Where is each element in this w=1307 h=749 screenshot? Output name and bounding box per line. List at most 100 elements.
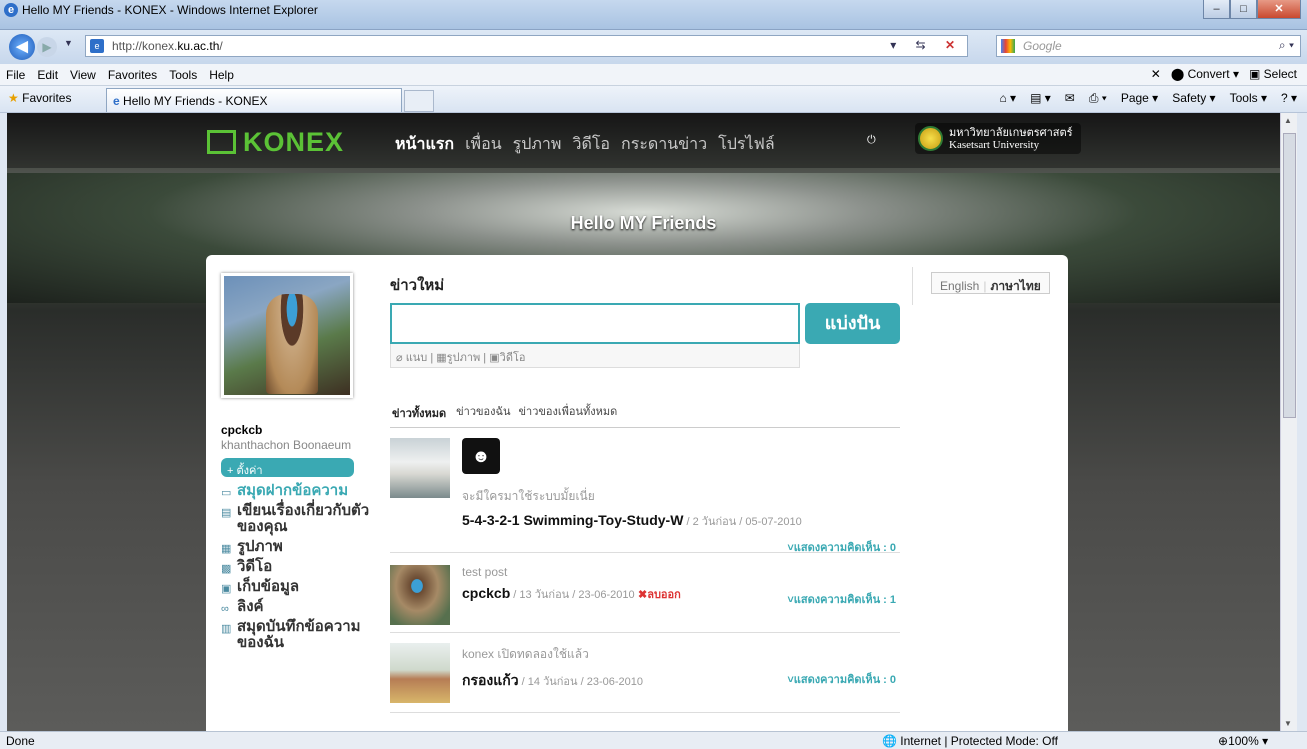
post-thumbnail[interactable] — [390, 438, 450, 498]
share-button[interactable]: แบ่งปัน — [805, 303, 900, 344]
site-nav: หน้าแรก เพื่อน รูปภาพ วิดีโอ กระดานข่าว … — [395, 132, 775, 157]
feeds-icon[interactable]: ▤ ▾ — [1030, 91, 1051, 106]
post-attachment-icon[interactable]: ☻ — [462, 438, 500, 474]
menu-videos[interactable]: ▩ วิดีโอ — [221, 559, 373, 576]
safety-menu[interactable]: Safety ▾ — [1172, 91, 1215, 106]
logout-icon[interactable]: ⏻ — [867, 134, 876, 147]
settings-button[interactable]: + ตั้งค่า — [221, 458, 354, 477]
nav-friends[interactable]: เพื่อน — [465, 132, 502, 157]
address-controls[interactable]: ▾ ⇆ ✕ — [890, 38, 963, 52]
page-menu[interactable]: Page ▾ — [1121, 91, 1158, 106]
post-thumbnail[interactable] — [390, 565, 450, 625]
delete-post-button[interactable]: ✖ลบออก — [638, 589, 681, 601]
menu-favorites[interactable]: Favorites — [108, 68, 157, 82]
lang-english[interactable]: English — [940, 279, 979, 293]
favorites-button[interactable]: ★ Favorites — [8, 91, 71, 105]
post-time: / 13 วันก่อน / 23-06-2010 — [510, 589, 635, 601]
command-bar: ⌂ ▾ ▤ ▾ ✉ ⎙ ▾ Page ▾ Safety ▾ Tools ▾ ? … — [999, 91, 1297, 106]
menu-notebook[interactable]: ▥ สมุดบันทึกข้อความของฉัน — [221, 619, 373, 651]
new-tab-button[interactable] — [404, 90, 434, 112]
nav-profile[interactable]: โปรไฟล์ — [718, 132, 775, 157]
username[interactable]: cpckcb — [221, 423, 373, 437]
attach-file-button[interactable]: ⌀ แนบ — [396, 352, 427, 364]
post-time: / 2 วันก่อน / 05-07-2010 — [683, 516, 802, 528]
tab-my-news[interactable]: ข่าวของฉัน — [456, 402, 510, 424]
close-toolbar-icon[interactable]: ✕ — [1151, 67, 1161, 81]
help-icon[interactable]: ? ▾ — [1281, 91, 1297, 106]
page-viewport: KONEX หน้าแรก เพื่อน รูปภาพ วิดีโอ กระดา… — [7, 113, 1280, 731]
menu-guestbook[interactable]: ▭ สมุดฝากข้อความ — [221, 483, 373, 500]
nav-board[interactable]: กระดานข่าว — [621, 132, 707, 157]
page-icon: e — [90, 39, 104, 53]
convert-button[interactable]: ⬤ Convert ▾ — [1171, 67, 1239, 81]
security-zone[interactable]: 🌐 Internet | Protected Mode: Off — [882, 734, 1058, 748]
menu-tools[interactable]: Tools — [169, 68, 197, 82]
menu-file[interactable]: File — [6, 68, 25, 82]
menu-photos[interactable]: ▦ รูปภาพ — [221, 539, 373, 556]
lang-thai[interactable]: ภาษาไทย — [990, 279, 1040, 293]
search-placeholder: Google — [1023, 39, 1062, 53]
profile-column: cpckcb khanthachon Boonaeum + ตั้งค่า ▭ ส… — [221, 273, 373, 655]
attach-video-button[interactable]: ▣วิดีโอ — [489, 352, 525, 364]
search-icon[interactable]: ⌕ ▾ — [1279, 38, 1294, 53]
address-bar[interactable]: e http://konex.ku.ac.th/ ▾ ⇆ ✕ — [85, 35, 968, 57]
tab-all-news[interactable]: ข่าวทั้งหมด — [390, 402, 449, 424]
vertical-scrollbar[interactable]: ▲ ▼ — [1280, 113, 1297, 731]
nav-photos[interactable]: รูปภาพ — [513, 132, 562, 157]
post-author[interactable]: กรองแก้ว — [462, 672, 519, 688]
globe-icon: 🌐 — [882, 734, 897, 748]
browser-tab[interactable]: e Hello MY Friends - KONEX — [106, 88, 402, 112]
show-comments-link[interactable]: ˅แสดงความคิดเห็น : 1 — [787, 590, 896, 608]
status-input[interactable] — [390, 303, 800, 344]
nav-home[interactable]: หน้าแรก — [395, 132, 454, 157]
menu-bar: File Edit View Favorites Tools Help — [0, 64, 1307, 86]
zoom-control[interactable]: ⊕100% ▾ — [1218, 734, 1268, 748]
compose-box: แบ่งปัน ⌀ แนบ | ▦รูปภาพ | ▣วิดีโอ — [390, 303, 900, 368]
post-author[interactable]: 5-4-3-2-1 Swimming-Toy-Study-W — [462, 512, 683, 528]
menu-about-me[interactable]: ▤ เขียนเรื่องเกี่ยวกับตัวของคุณ — [221, 503, 373, 535]
nav-videos[interactable]: วิดีโอ — [572, 132, 610, 157]
post-author[interactable]: cpckcb — [462, 585, 510, 601]
konex-logo[interactable]: KONEX — [207, 127, 344, 158]
feed-title: ข่าวใหม่ — [390, 277, 445, 294]
history-dropdown-icon[interactable]: ▼ — [64, 38, 73, 48]
attach-photo-button[interactable]: ▦รูปภาพ — [436, 352, 480, 364]
scroll-down-icon[interactable]: ▼ — [1284, 719, 1292, 728]
tab-friends-news[interactable]: ข่าวของเพื่อนทั้งหมด — [519, 402, 618, 424]
search-box[interactable]: Google ⌕ ▾ — [996, 35, 1301, 57]
star-icon: ★ — [8, 91, 19, 105]
menu-view[interactable]: View — [70, 68, 96, 82]
forward-button[interactable]: ▶ — [37, 37, 57, 57]
menu-storage[interactable]: ▣ เก็บข้อมูล — [221, 579, 373, 596]
minimize-button[interactable]: – — [1203, 0, 1230, 19]
notebook-icon: ▥ — [221, 623, 232, 635]
menu-help[interactable]: Help — [209, 68, 234, 82]
address-url[interactable]: http://konex.ku.ac.th/ — [112, 39, 223, 53]
scroll-thumb[interactable] — [1283, 133, 1296, 418]
tools-menu[interactable]: Tools ▾ — [1230, 91, 1267, 106]
close-button[interactable]: ✕ — [1257, 0, 1301, 19]
back-button[interactable]: ◀ — [9, 34, 35, 60]
ie-icon: e — [4, 3, 18, 17]
feed-post: test post cpckcb / 13 วันก่อน / 23-06-20… — [390, 553, 900, 633]
home-icon[interactable]: ⌂ ▾ — [999, 91, 1016, 106]
university-logo[interactable]: มหาวิทยาลัยเกษตรศาสตร์ Kasetsart Universi… — [915, 123, 1081, 154]
title-bar: e Hello MY Friends - KONEX - Windows Int… — [0, 0, 1307, 30]
post-text: konex เปิดทดลองใช้แล้ว — [462, 647, 589, 661]
banner-title: Hello MY Friends — [570, 213, 717, 233]
video-icon: ▩ — [221, 563, 232, 575]
maximize-button[interactable]: □ — [1230, 0, 1257, 19]
mail-icon[interactable]: ✉ — [1065, 91, 1075, 106]
scroll-up-icon[interactable]: ▲ — [1284, 116, 1292, 125]
google-icon — [1001, 39, 1015, 53]
print-icon[interactable]: ⎙ ▾ — [1089, 91, 1107, 106]
feed-post: konex เปิดทดลองใช้แล้ว กรองแก้ว / 14 วัน… — [390, 633, 900, 713]
avatar[interactable] — [221, 273, 353, 398]
post-thumbnail[interactable] — [390, 643, 450, 703]
select-button[interactable]: ▣ Select — [1249, 67, 1297, 81]
menu-links[interactable]: ∞ ลิงค์ — [221, 599, 373, 616]
menu-edit[interactable]: Edit — [37, 68, 58, 82]
show-comments-link[interactable]: ˅แสดงความคิดเห็น : 0 — [787, 670, 896, 688]
feed-column: ข่าวใหม่ แบ่งปัน ⌀ แนบ | ▦รูปภาพ | ▣วิดี… — [390, 273, 900, 713]
tab-ie-icon: e — [113, 94, 120, 108]
